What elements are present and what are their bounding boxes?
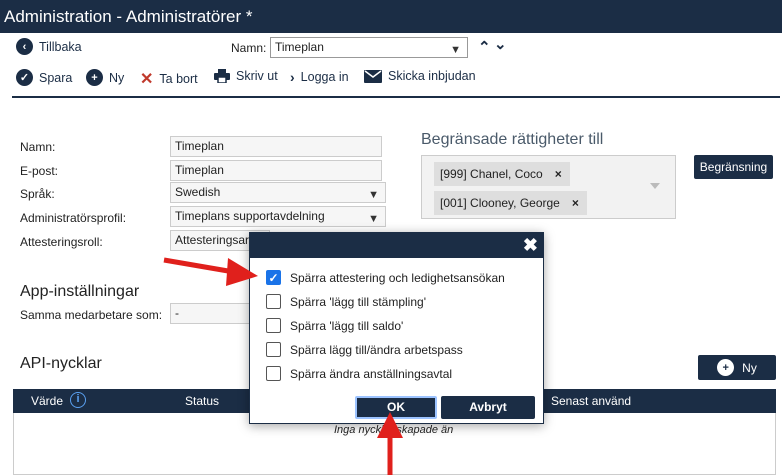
name-selector[interactable]: Timeplan ▼ (270, 37, 468, 58)
tags-dropdown-icon[interactable] (650, 183, 660, 189)
email-label: E-post: (20, 164, 59, 178)
chevron-down-small-icon: ⌄ (494, 36, 507, 53)
print-button[interactable]: Skriv ut (214, 69, 278, 83)
plus-circle-icon: + (717, 359, 735, 376)
dialog-header: ✖ (250, 233, 543, 258)
language-select[interactable]: Swedish ▼ (170, 182, 386, 203)
app-settings-heading: App-inställningar (20, 283, 140, 300)
api-new-label: Ny (742, 360, 757, 375)
next-record-button[interactable]: ⌄ (494, 35, 507, 53)
save-button[interactable]: ✓ Spara (16, 69, 72, 86)
remove-tag-icon[interactable]: × (555, 167, 562, 181)
send-invite-label: Skicka inbjudan (388, 69, 476, 83)
checkbox-checked[interactable]: ✓ (266, 270, 281, 285)
close-icon[interactable]: ✖ (523, 235, 538, 256)
checkbox[interactable] (266, 294, 281, 309)
name-field[interactable]: Timeplan (170, 136, 382, 157)
back-button[interactable]: ‹ Tillbaka (16, 38, 82, 55)
annotation-arrow-right-icon (163, 257, 258, 286)
name-selector-label: Namn: (231, 41, 267, 55)
send-invite-button[interactable]: Skicka inbjudan (364, 69, 476, 83)
login-button[interactable]: › Logga in (290, 69, 349, 85)
chevron-down-icon: ▼ (368, 189, 379, 201)
tag-label: [001] Clooney, George (440, 196, 560, 210)
attest-role-label: Attesteringsroll: (20, 235, 103, 249)
save-label: Spara (39, 70, 73, 85)
api-new-button[interactable]: + Ny (698, 355, 776, 380)
name-selector-value: Timeplan (275, 40, 324, 54)
window-title: Administration - Administratörer * (0, 0, 782, 33)
remove-tag-icon[interactable]: × (572, 196, 579, 210)
restricted-tag: [001] Clooney, George × (434, 191, 587, 215)
chevron-up-icon: ⌃ (478, 39, 491, 56)
new-button[interactable]: + Ny (86, 69, 124, 86)
chevron-down-icon: ▼ (368, 213, 379, 225)
chevron-right-icon: › (290, 69, 295, 85)
back-label: Tillbaka (39, 39, 82, 54)
email-field[interactable]: Timeplan (170, 160, 382, 181)
check-circle-icon: ✓ (16, 69, 33, 86)
restricted-tag: [999] Chanel, Coco × (434, 162, 570, 186)
login-label: Logga in (300, 70, 349, 84)
api-keys-heading: API-nycklar (20, 355, 102, 372)
option-lock-shifts[interactable]: Spärra lägg till/ändra arbetspass (266, 342, 463, 357)
name-label: Namn: (20, 140, 56, 154)
plus-circle-icon: + (86, 69, 103, 86)
option-label: Spärra attestering och ledighetsansökan (290, 270, 505, 285)
printer-icon (214, 69, 230, 83)
delete-button[interactable]: ✕ Ta bort (140, 69, 198, 89)
column-status: Status (185, 394, 220, 408)
profile-label: Administratörsprofil: (20, 211, 127, 225)
delete-label: Ta bort (159, 72, 198, 86)
restriction-button[interactable]: Begränsning (694, 155, 773, 179)
option-label: Spärra 'lägg till stämpling' (290, 294, 426, 309)
option-label: Spärra ändra anställningsavtal (290, 366, 453, 381)
checkbox[interactable] (266, 318, 281, 333)
lock-options-dialog: ✖ ✓ Spärra attestering och ledighetsansö… (249, 232, 544, 424)
annotation-arrow-up-icon (377, 412, 403, 475)
option-label: Spärra lägg till/ändra arbetspass (290, 342, 463, 357)
option-lock-add-stamp[interactable]: Spärra 'lägg till stämpling' (266, 294, 426, 309)
cancel-button[interactable]: Avbryt (441, 396, 535, 419)
previous-record-button[interactable]: ⌃ (478, 38, 491, 56)
new-label: Ny (109, 70, 125, 85)
same-employee-label: Samma medarbetare som: (20, 308, 163, 322)
restricted-heading: Begränsade rättigheter till (421, 131, 604, 148)
same-employee-select[interactable]: - (170, 303, 250, 324)
chevron-down-icon: ▼ (450, 44, 461, 56)
tag-label: [999] Chanel, Coco (440, 167, 543, 181)
checkbox[interactable] (266, 366, 281, 381)
chevron-left-icon: ‹ (16, 38, 33, 55)
option-lock-attest[interactable]: ✓ Spärra attestering och ledighetsansöka… (266, 270, 505, 285)
info-icon[interactable]: i (70, 392, 86, 408)
profile-select[interactable]: Timeplans supportavdelning ▼ (170, 206, 386, 227)
profile-value: Timeplans supportavdelning (175, 209, 325, 223)
print-label: Skriv ut (236, 69, 278, 83)
checkbox[interactable] (266, 342, 281, 357)
column-last-used: Senast använd (551, 394, 632, 408)
restricted-tags-box[interactable]: [999] Chanel, Coco × [001] Clooney, Georg… (421, 155, 676, 219)
column-value: Värde (31, 394, 64, 408)
option-lock-contract[interactable]: Spärra ändra anställningsavtal (266, 366, 452, 381)
language-label: Språk: (20, 187, 55, 201)
option-label: Spärra 'lägg till saldo' (290, 318, 404, 333)
language-value: Swedish (175, 185, 221, 199)
toolbar-divider (12, 96, 780, 98)
x-icon: ✕ (140, 71, 154, 88)
envelope-icon (364, 69, 382, 83)
option-lock-add-balance[interactable]: Spärra 'lägg till saldo' (266, 318, 403, 333)
